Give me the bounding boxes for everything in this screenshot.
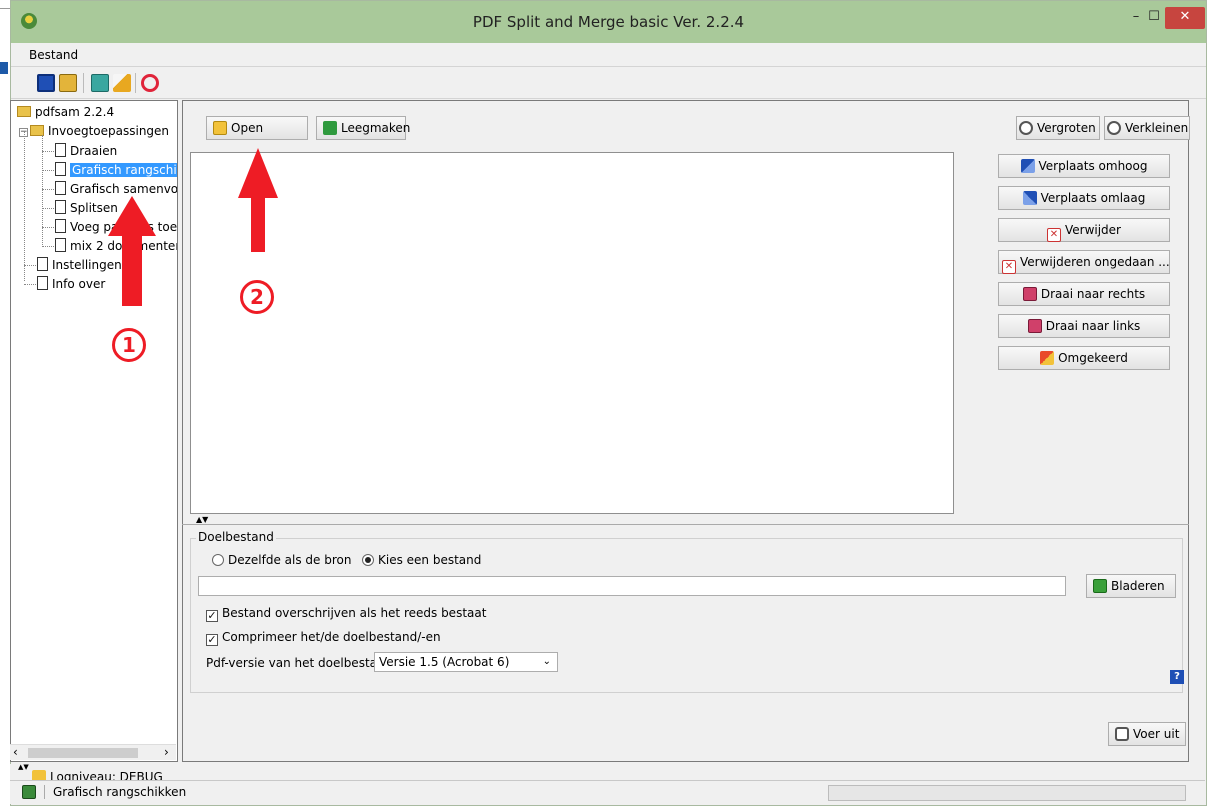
annotation-marker-1: 1 (112, 328, 146, 362)
annotation-arrow-2 (238, 148, 278, 252)
annotation-overlay (108, 148, 278, 306)
annotation-arrow-1 (108, 196, 156, 306)
annotation-marker-2: 2 (240, 280, 274, 314)
